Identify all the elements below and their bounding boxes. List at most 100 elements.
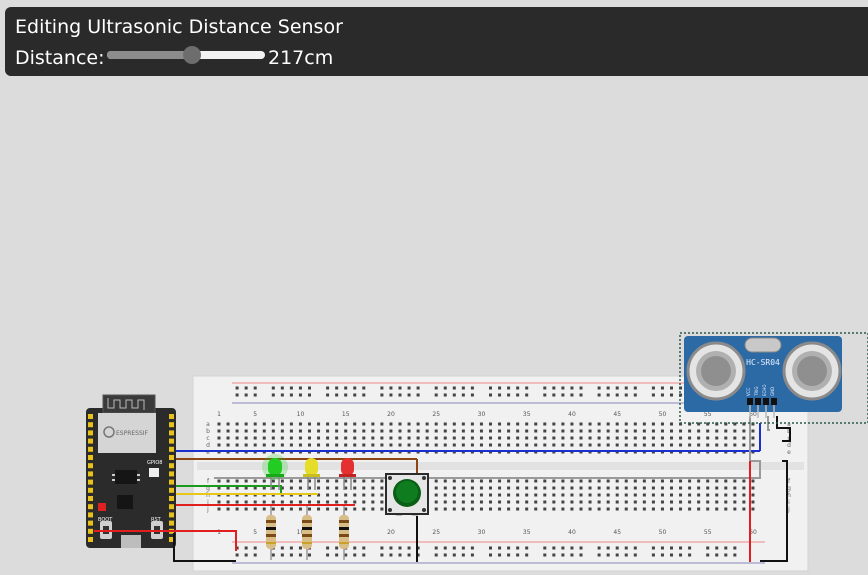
rail-hole[interactable] (561, 553, 565, 557)
breadboard-hole[interactable] (697, 493, 701, 497)
breadboard-hole[interactable] (697, 429, 701, 433)
breadboard-hole[interactable] (489, 443, 492, 447)
breadboard-hole[interactable] (479, 507, 483, 511)
breadboard-hole[interactable] (606, 500, 610, 504)
breadboard-hole[interactable] (751, 507, 755, 511)
breadboard-hole[interactable] (235, 436, 239, 440)
breadboard-hole[interactable] (235, 422, 239, 426)
breadboard-hole[interactable] (579, 486, 583, 490)
breadboard-hole[interactable] (389, 422, 393, 426)
breadboard-hole[interactable] (317, 443, 321, 447)
breadboard-hole[interactable] (434, 429, 438, 433)
breadboard-hole[interactable] (489, 500, 492, 504)
breadboard-hole[interactable] (235, 507, 239, 511)
rail-hole[interactable] (633, 546, 637, 550)
breadboard-hole[interactable] (262, 443, 266, 447)
breadboard-hole[interactable] (561, 493, 565, 497)
breadboard-hole[interactable] (452, 486, 456, 490)
breadboard-hole[interactable] (443, 443, 447, 447)
breadboard-hole[interactable] (679, 479, 683, 483)
breadboard-hole[interactable] (498, 443, 502, 447)
breadboard-hole[interactable] (597, 443, 601, 447)
breadboard-hole[interactable] (688, 479, 692, 483)
breadboard-hole[interactable] (742, 500, 746, 504)
rail-hole[interactable] (326, 546, 330, 550)
breadboard-hole[interactable] (588, 507, 592, 511)
breadboard-hole[interactable] (461, 493, 465, 497)
breadboard-hole[interactable] (452, 422, 456, 426)
breadboard-hole[interactable] (642, 493, 646, 497)
breadboard-hole[interactable] (244, 479, 248, 483)
breadboard-hole[interactable] (489, 422, 492, 426)
breadboard-hole[interactable] (289, 486, 293, 490)
rail-hole[interactable] (280, 386, 284, 390)
esp32-pin[interactable] (88, 438, 93, 444)
esp32-pin[interactable] (88, 537, 93, 542)
breadboard-hole[interactable] (298, 429, 302, 433)
breadboard-hole[interactable] (235, 500, 239, 504)
breadboard-hole[interactable] (670, 429, 673, 433)
breadboard-hole[interactable] (552, 486, 556, 490)
rail-hole[interactable] (597, 553, 601, 557)
breadboard-hole[interactable] (217, 500, 221, 504)
rail-hole[interactable] (651, 546, 655, 550)
breadboard-hole[interactable] (534, 479, 538, 483)
breadboard-hole[interactable] (633, 436, 637, 440)
breadboard-hole[interactable] (244, 436, 248, 440)
breadboard-hole[interactable] (498, 507, 502, 511)
breadboard-hole[interactable] (516, 443, 520, 447)
breadboard-hole[interactable] (326, 422, 330, 426)
breadboard-hole[interactable] (660, 500, 664, 504)
breadboard-hole[interactable] (615, 493, 619, 497)
breadboard-hole[interactable] (579, 436, 583, 440)
breadboard-hole[interactable] (642, 479, 646, 483)
rail-hole[interactable] (253, 393, 257, 397)
breadboard-hole[interactable] (425, 422, 429, 426)
breadboard-hole[interactable] (470, 443, 474, 447)
rail-hole[interactable] (380, 553, 384, 557)
rail-hole[interactable] (679, 553, 683, 557)
breadboard-hole[interactable] (651, 436, 655, 440)
rail-hole[interactable] (570, 553, 574, 557)
breadboard-hole[interactable] (425, 436, 429, 440)
breadboard-hole[interactable] (308, 436, 311, 440)
breadboard-hole[interactable] (561, 486, 565, 490)
breadboard-hole[interactable] (543, 479, 547, 483)
rail-hole[interactable] (470, 393, 474, 397)
breadboard-hole[interactable] (579, 479, 583, 483)
breadboard-hole[interactable] (751, 493, 755, 497)
breadboard-hole[interactable] (660, 436, 664, 440)
breadboard-hole[interactable] (552, 493, 556, 497)
rail-hole[interactable] (733, 553, 737, 557)
breadboard-hole[interactable] (552, 422, 556, 426)
breadboard-hole[interactable] (308, 422, 311, 426)
rail-hole[interactable] (606, 386, 610, 390)
breadboard-hole[interactable] (651, 507, 655, 511)
rail-hole[interactable] (516, 546, 520, 550)
breadboard-hole[interactable] (570, 479, 574, 483)
rail-hole[interactable] (280, 393, 284, 397)
breadboard-hole[interactable] (697, 500, 701, 504)
esp32-pin[interactable] (169, 471, 174, 477)
breadboard-hole[interactable] (271, 500, 275, 504)
breadboard-hole[interactable] (280, 479, 284, 483)
rail-hole[interactable] (308, 393, 311, 397)
breadboard-hole[interactable] (380, 486, 384, 490)
breadboard-hole[interactable] (697, 507, 701, 511)
breadboard-hole[interactable] (670, 479, 673, 483)
esp32-pin[interactable] (169, 438, 174, 444)
breadboard-hole[interactable] (253, 436, 257, 440)
breadboard-hole[interactable] (271, 507, 275, 511)
rail-hole[interactable] (443, 386, 447, 390)
esp32-pin[interactable] (169, 496, 174, 501)
breadboard-hole[interactable] (298, 507, 302, 511)
breadboard-hole[interactable] (624, 479, 628, 483)
breadboard-hole[interactable] (733, 486, 737, 490)
esp32-pin[interactable] (88, 520, 93, 526)
breadboard-hole[interactable] (389, 443, 393, 447)
rail-hole[interactable] (416, 386, 420, 390)
rail-hole[interactable] (624, 546, 628, 550)
breadboard-hole[interactable] (633, 422, 637, 426)
breadboard-hole[interactable] (416, 443, 420, 447)
breadboard-hole[interactable] (217, 443, 221, 447)
